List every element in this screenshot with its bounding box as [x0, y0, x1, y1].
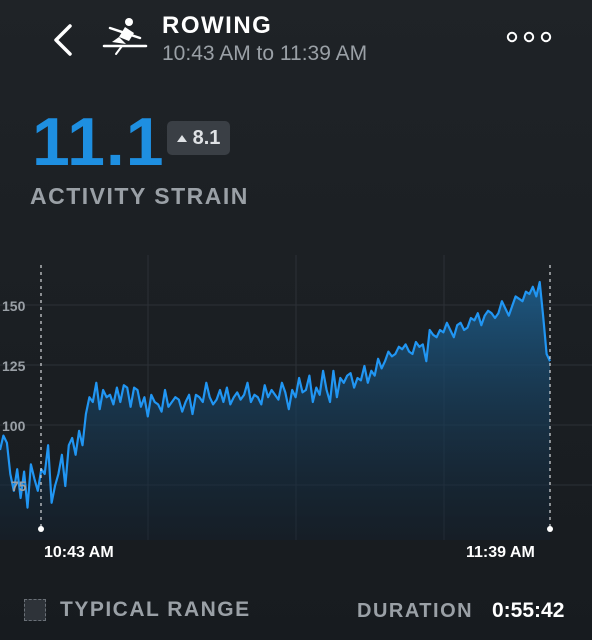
duration-value: 0:55:42: [492, 599, 565, 622]
y-tick-label: 75: [11, 478, 27, 494]
activity-title: ROWING: [162, 12, 273, 39]
strain-delta-value: 8.1: [192, 126, 221, 149]
duration-label: DURATION: [357, 600, 474, 622]
chevron-left-icon[interactable]: [50, 20, 80, 60]
start-marker-dot: [38, 526, 44, 532]
activity-time-range: 10:43 AM to 11:39 AM: [162, 42, 368, 65]
strain-score: 11.1: [32, 104, 165, 180]
y-tick-label: 100: [2, 418, 26, 434]
heart-rate-chart: 150 125 100 75 10:43 AM 11:39 AM: [0, 255, 592, 561]
strain-label: ACTIVITY STRAIN: [30, 183, 249, 209]
y-tick-label: 150: [2, 298, 26, 314]
header-bar: ROWING 10:43 AM to 11:39 AM: [0, 0, 592, 80]
more-horizontal-icon[interactable]: [506, 27, 552, 47]
chart-area-fill: [0, 282, 550, 540]
typical-range-swatch: [24, 599, 46, 621]
x-end-label: 11:39 AM: [466, 544, 535, 561]
rowing-icon: [102, 18, 148, 55]
end-marker-dot: [547, 526, 553, 532]
arrow-up-icon: [176, 134, 187, 142]
strain-delta-badge: 8.1: [167, 121, 230, 155]
x-start-label: 10:43 AM: [44, 544, 114, 561]
y-tick-label: 125: [2, 358, 26, 374]
typical-range-label: TYPICAL RANGE: [60, 598, 251, 621]
